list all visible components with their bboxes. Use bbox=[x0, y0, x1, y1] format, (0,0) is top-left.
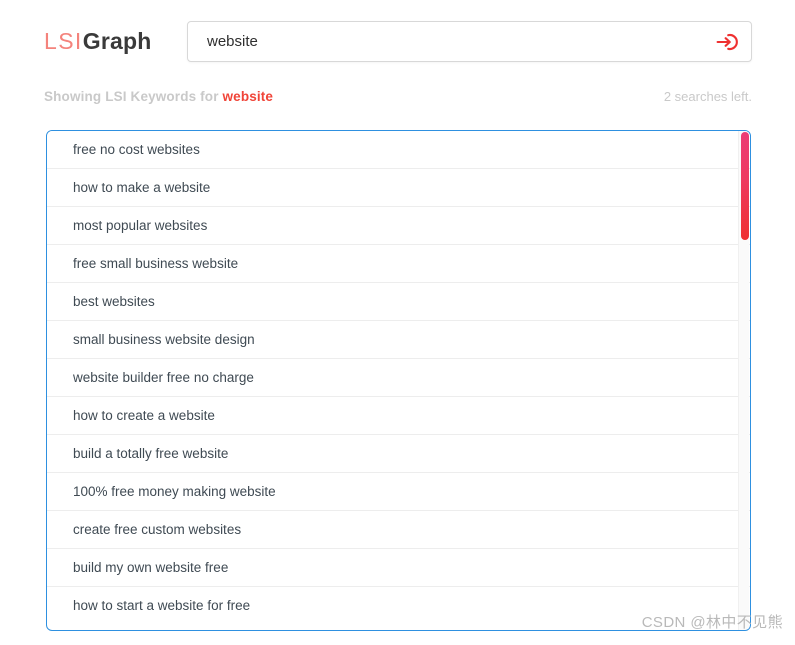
results-card: free no cost websites how to make a websi… bbox=[46, 130, 751, 631]
keyword-row[interactable]: build my own website free bbox=[47, 549, 750, 587]
showing-keywords-term: website bbox=[222, 89, 274, 104]
showing-keywords-prefix: Showing LSI Keywords for bbox=[44, 89, 223, 104]
results-scrollbar-thumb[interactable] bbox=[741, 132, 749, 240]
keyword-row[interactable]: create free custom websites bbox=[47, 511, 750, 549]
keyword-row[interactable]: small business website design bbox=[47, 321, 750, 359]
keyword-row[interactable]: free no cost websites bbox=[47, 131, 750, 169]
searches-left-label: 2 searches left. bbox=[663, 89, 752, 104]
showing-keywords-label: Showing LSI Keywords for website bbox=[44, 87, 273, 107]
search-submit-button[interactable] bbox=[713, 28, 741, 56]
page-header: LSIGraph bbox=[0, 0, 795, 84]
keyword-row[interactable]: how to create a website bbox=[47, 397, 750, 435]
keyword-list[interactable]: free no cost websites how to make a websi… bbox=[47, 131, 750, 630]
keyword-row[interactable]: best websites bbox=[47, 283, 750, 321]
keyword-row[interactable]: how to make a website bbox=[47, 169, 750, 207]
keyword-row[interactable]: free small business website bbox=[47, 245, 750, 283]
logo-text-graph: Graph bbox=[82, 28, 152, 54]
keyword-row[interactable]: how to start a website for free bbox=[47, 587, 750, 625]
keyword-row[interactable]: build a totally free website bbox=[47, 435, 750, 473]
search-box[interactable] bbox=[187, 21, 752, 62]
sign-in-arrow-icon bbox=[715, 30, 739, 54]
results-scrollbar-track[interactable] bbox=[738, 131, 749, 630]
status-row: Showing LSI Keywords for website 2 searc… bbox=[44, 87, 752, 107]
keyword-row[interactable]: website builder free no charge bbox=[47, 359, 750, 397]
logo-text-lsi: LSI bbox=[44, 28, 83, 54]
keyword-row[interactable]: most popular websites bbox=[47, 207, 750, 245]
app-logo[interactable]: LSIGraph bbox=[44, 27, 151, 55]
keyword-row[interactable]: 100% free money making website bbox=[47, 473, 750, 511]
search-input[interactable] bbox=[188, 22, 693, 61]
